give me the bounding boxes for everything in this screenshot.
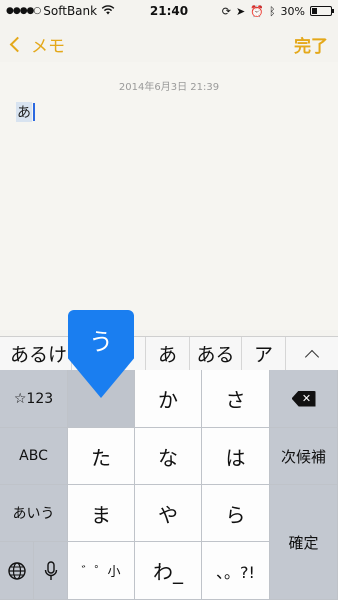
key-ta[interactable]: た bbox=[68, 428, 135, 485]
backspace-icon: ✕ bbox=[291, 390, 316, 407]
globe-icon bbox=[7, 561, 26, 580]
note-date: 2014年6月3日 21:39 bbox=[118, 82, 220, 93]
dictation-key[interactable] bbox=[34, 542, 68, 600]
symbols-key[interactable]: ☆123 bbox=[0, 370, 68, 428]
status-bar: ●●●●○ SoftBank 21:40 ⟳ ➤ ⏰ ᛒ 30% bbox=[0, 0, 338, 22]
note-text[interactable]: あ bbox=[16, 102, 35, 122]
delete-button[interactable]: ✕ bbox=[270, 370, 338, 428]
candidate-item[interactable]: ある bbox=[190, 337, 242, 370]
bluetooth-icon: ᛒ bbox=[268, 4, 276, 18]
back-button-label: メモ bbox=[31, 36, 65, 57]
microphone-icon bbox=[44, 560, 57, 580]
back-button[interactable]: メモ bbox=[8, 32, 65, 57]
note-editor[interactable]: 2014年6月3日 21:39 あ bbox=[0, 62, 338, 330]
globe-key[interactable] bbox=[0, 542, 34, 600]
key-popup-char: う bbox=[89, 328, 113, 356]
candidate-item[interactable]: ア bbox=[242, 337, 286, 370]
key-sa[interactable]: さ bbox=[202, 370, 270, 428]
key-ra[interactable]: ら bbox=[202, 485, 270, 542]
key-ya[interactable]: や bbox=[135, 485, 202, 542]
signal-strength-icon: ●●●●○ bbox=[6, 6, 41, 16]
carrier-name: SoftBank bbox=[43, 4, 98, 18]
keyboard: ☆123 か さ ✕ ABC た な は 次候補 あいう ま や ら 確定 ゛゜… bbox=[0, 370, 338, 600]
confirm-key[interactable]: 確定 bbox=[270, 485, 338, 600]
alarm-icon: ⏰ bbox=[250, 4, 264, 18]
key-ma[interactable]: ま bbox=[68, 485, 135, 542]
location-icon: ➤ bbox=[236, 4, 246, 18]
candidate-item[interactable]: あ bbox=[146, 337, 190, 370]
navigation-bar: メモ 完了 bbox=[0, 26, 338, 62]
candidate-item[interactable]: あるけ bbox=[0, 337, 72, 370]
dakuten-key[interactable]: ゛゜小 bbox=[68, 542, 135, 600]
chevron-left-icon bbox=[9, 36, 26, 52]
key-ha[interactable]: は bbox=[202, 428, 270, 485]
rotation-lock-icon: ⟳ bbox=[221, 4, 232, 18]
key-ka[interactable]: か bbox=[135, 370, 202, 428]
candidate-bar: あるけ あ ある ア bbox=[0, 336, 338, 370]
punctuation-key[interactable]: 、。?! bbox=[202, 542, 270, 600]
expand-candidates-button[interactable] bbox=[286, 337, 338, 370]
wifi-icon bbox=[101, 4, 115, 18]
chevron-up-icon bbox=[304, 349, 320, 364]
abc-key[interactable]: ABC bbox=[0, 428, 68, 485]
next-candidate-key[interactable]: 次候補 bbox=[270, 428, 338, 485]
done-button[interactable]: 完了 bbox=[294, 32, 328, 57]
battery-percent: 30% bbox=[280, 4, 305, 18]
battery-fill bbox=[312, 8, 318, 14]
text-cursor bbox=[33, 103, 35, 121]
battery-icon bbox=[310, 6, 334, 16]
kana-key[interactable]: あいう bbox=[0, 485, 68, 542]
marked-text: あ bbox=[16, 102, 32, 122]
key-wa[interactable]: わ_ bbox=[135, 542, 202, 600]
key-na[interactable]: な bbox=[135, 428, 202, 485]
